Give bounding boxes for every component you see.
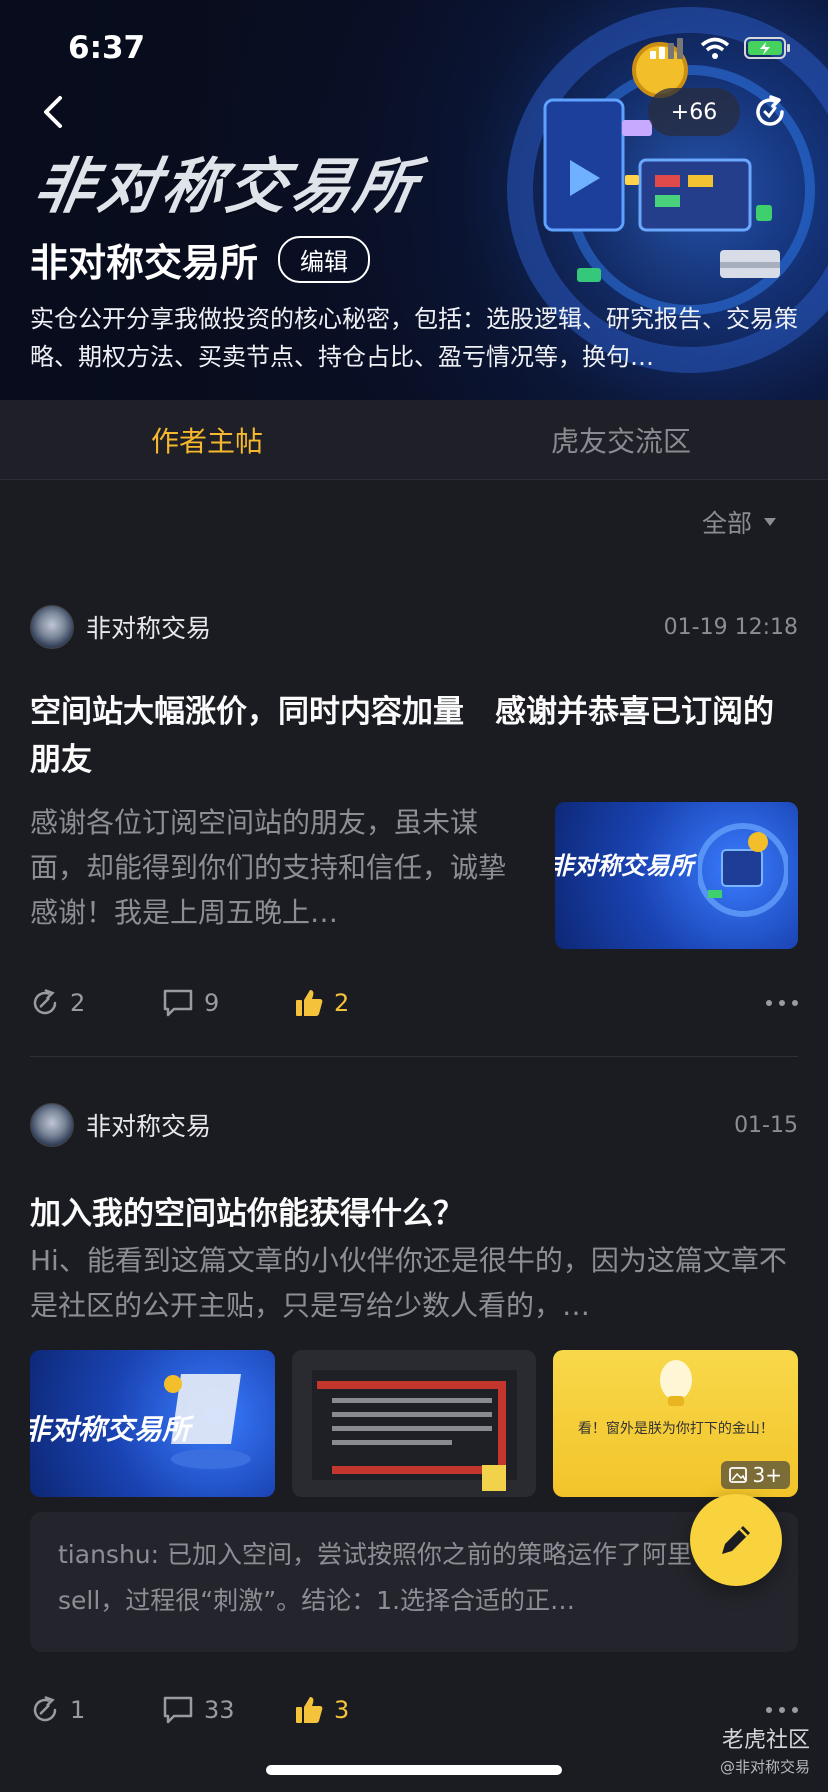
thumbs-up-icon xyxy=(296,990,323,1016)
post-title[interactable]: 加入我的空间站你能获得什么？ xyxy=(30,1190,798,1238)
more-images-count: 3+ xyxy=(752,1463,783,1487)
comment-count: 9 xyxy=(204,989,220,1017)
comment-button[interactable]: 33 xyxy=(162,1695,294,1725)
banner-wordmark: 非对称交易所 xyxy=(28,152,426,222)
tab-bar: 作者主帖 虎友交流区 xyxy=(0,400,828,480)
member-count-badge[interactable]: +66 xyxy=(648,88,740,136)
repost-button[interactable]: 2 xyxy=(30,988,162,1018)
thumbnail-illustration xyxy=(698,823,788,917)
title-row: 非对称交易所 编辑 xyxy=(30,232,371,287)
status-icons xyxy=(650,36,792,60)
watermark-handle: @非对称交易 xyxy=(719,1758,810,1776)
post-excerpt[interactable]: 感谢各位订阅空间站的朋友，虽未谋面，却能得到你们的支持和信任，诚挚感谢！我是上周… xyxy=(30,800,515,935)
wifi-icon xyxy=(700,37,730,59)
image-icon xyxy=(728,1467,747,1483)
post-image[interactable]: 非对称交易所 xyxy=(30,1350,275,1497)
screen: 非对称交易所 6:37 +66 非对称交易所 编辑 实仓公开分享我做投资的核心秘… xyxy=(0,0,828,1792)
post-body: 感谢各位订阅空间站的朋友，虽未谋面，却能得到你们的支持和信任，诚挚感谢！我是上周… xyxy=(30,800,798,949)
thumbnail-wordmark: 非对称交易所 xyxy=(555,852,694,880)
caret-down-icon xyxy=(764,518,776,526)
lamp-illustration xyxy=(660,1360,693,1406)
more-options-button[interactable] xyxy=(766,1707,798,1713)
like-count: 3 xyxy=(334,1696,350,1724)
post-actions: 2 9 2 xyxy=(30,983,798,1023)
page-title: 非对称交易所 xyxy=(30,241,259,285)
post-author-row: 非对称交易 01-15 xyxy=(30,1102,798,1148)
filter-label: 全部 xyxy=(701,509,752,538)
post-image-grid: 非对称交易所 看！窗外是朕为你打下的金山！ 3+ xyxy=(30,1350,799,1497)
space-description[interactable]: 实仓公开分享我做投资的核心秘密，包括：选股逻辑、研究报告、交易策略、期权方法、买… xyxy=(30,300,800,376)
filter-dropdown[interactable]: 全部 xyxy=(702,504,776,540)
post-author-row: 非对称交易 01-19 12:18 xyxy=(30,604,798,650)
signal-icon xyxy=(650,38,683,59)
screenshot-thumbnail xyxy=(311,1370,517,1491)
tab-author-posts[interactable]: 作者主帖 xyxy=(0,400,414,480)
tab-community[interactable]: 虎友交流区 xyxy=(414,400,828,480)
thumbs-up-icon xyxy=(296,1697,323,1723)
back-button[interactable] xyxy=(34,92,74,132)
repost-count: 1 xyxy=(70,1696,86,1724)
comment-button[interactable]: 9 xyxy=(162,988,294,1018)
more-options-button[interactable] xyxy=(766,1000,798,1006)
share-refresh-icon[interactable] xyxy=(752,94,788,130)
home-indicator[interactable] xyxy=(266,1765,562,1775)
edit-button[interactable]: 编辑 xyxy=(278,236,371,283)
pencil-icon xyxy=(722,1526,750,1554)
avatar[interactable] xyxy=(30,1103,74,1147)
repost-button[interactable]: 1 xyxy=(30,1695,162,1725)
like-button[interactable]: 2 xyxy=(294,988,349,1018)
post-actions: 1 33 3 xyxy=(30,1690,798,1730)
post-actions-row: 1 33 3 xyxy=(30,1690,798,1730)
watermark: 老虎社区 @非对称交易 xyxy=(720,1728,810,1780)
comment-icon xyxy=(163,989,193,1017)
compose-button[interactable] xyxy=(690,1494,782,1586)
post-card[interactable]: 非对称交易 01-19 12:18 空间站大幅涨价，同时内容加量 感谢并恭喜已订… xyxy=(30,604,798,1023)
post-excerpt[interactable]: Hi、能看到这篇文章的小伙伴你还是很牛的，因为这篇文章不是社区的公开主贴，只是写… xyxy=(30,1238,798,1328)
like-button[interactable]: 3 xyxy=(294,1695,349,1725)
more-images-badge[interactable]: 3+ xyxy=(720,1461,791,1489)
post-date: 01-19 12:18 xyxy=(663,614,798,640)
post-thumbnail[interactable]: 非对称交易所 xyxy=(555,802,798,949)
status-time: 6:37 xyxy=(68,30,146,66)
comment-icon xyxy=(163,1696,193,1724)
avatar[interactable] xyxy=(30,605,74,649)
comment-preview[interactable]: tianshu: 已加入空间，尝试按照你之前的策略运作了阿里 put sell，… xyxy=(30,1512,798,1652)
like-count: 2 xyxy=(334,989,350,1017)
post-image[interactable] xyxy=(291,1350,537,1497)
author-name[interactable]: 非对称交易 xyxy=(86,609,211,645)
repost-count: 2 xyxy=(70,989,86,1017)
post-date: 01-15 xyxy=(734,1112,798,1138)
watermark-brand: 老虎社区 xyxy=(721,1728,810,1753)
image-caption: 看！窗外是朕为你打下的金山！ xyxy=(577,1421,774,1437)
repost-icon xyxy=(33,989,57,1015)
post-divider xyxy=(30,1056,798,1057)
repost-icon xyxy=(33,1696,57,1722)
post-card[interactable]: 非对称交易 01-15 加入我的空间站你能获得什么？ Hi、能看到这篇文章的小伙… xyxy=(30,1102,799,1497)
post-title[interactable]: 空间站大幅涨价，同时内容加量 感谢并恭喜已订阅的朋友 xyxy=(30,688,798,784)
comment-count: 33 xyxy=(204,1696,235,1724)
battery-icon xyxy=(744,37,790,59)
author-name[interactable]: 非对称交易 xyxy=(86,1107,211,1143)
post-image[interactable]: 看！窗外是朕为你打下的金山！ 3+ xyxy=(553,1350,799,1497)
image-wordmark: 非对称交易所 xyxy=(30,1413,191,1446)
